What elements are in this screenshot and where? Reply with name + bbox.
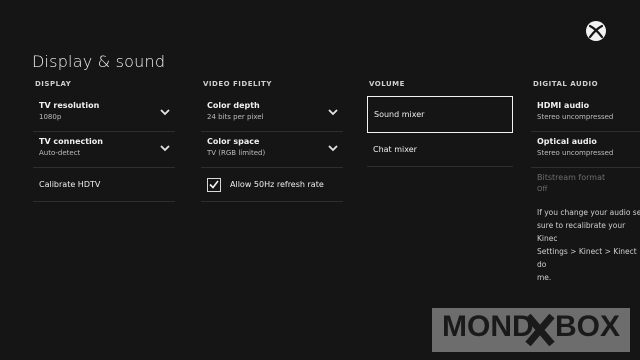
chevron-down-icon (160, 109, 170, 116)
recalibrate-note: If you change your audio set sure to rec… (537, 208, 640, 282)
xbox-logo-icon (586, 21, 606, 41)
hdmi-audio-value: Stereo uncompressed (537, 113, 614, 121)
x-mark-icon (525, 314, 555, 346)
checkmark-icon (209, 180, 219, 189)
optical-audio-setting[interactable]: Optical audio Stereo uncompressed (531, 132, 640, 168)
sound-mixer-button[interactable]: Sound mixer (367, 96, 513, 133)
bitstream-format-setting: Bitstream format Off (531, 168, 640, 204)
digital-audio-heading: DIGITAL AUDIO (533, 80, 599, 88)
chevron-down-icon (328, 109, 338, 116)
checkbox-box[interactable] (207, 177, 221, 192)
calibrate-hdtv-button[interactable]: Calibrate HDTV (33, 168, 175, 202)
video-fidelity-heading: VIDEO FIDELITY (203, 80, 272, 88)
allow-50hz-checkbox[interactable]: Allow 50Hz refresh rate (201, 168, 343, 202)
color-depth-label: Color depth (207, 101, 260, 110)
color-space-value: TV (RGB limited) (207, 149, 266, 157)
display-heading: DISPLAY (35, 80, 72, 88)
chat-mixer-label: Chat mixer (373, 145, 417, 154)
volume-column: VOLUME Sound mixer Chat mixer (367, 78, 513, 167)
volume-heading: VOLUME (369, 80, 405, 88)
watermark-text-left: MOND (442, 310, 534, 343)
digital-audio-column: DIGITAL AUDIO HDMI audio Stereo uncompre… (531, 78, 640, 284)
chevron-down-icon (160, 145, 170, 152)
sound-mixer-label: Sound mixer (374, 110, 425, 119)
optical-audio-label: Optical audio (537, 137, 597, 146)
hdmi-audio-setting[interactable]: HDMI audio Stereo uncompressed (531, 96, 640, 132)
color-space-setting[interactable]: Color space TV (RGB limited) (201, 132, 343, 168)
tv-resolution-value: 1080p (39, 113, 62, 121)
tv-connection-setting[interactable]: TV connection Auto-detect (33, 132, 175, 168)
tv-resolution-setting[interactable]: TV resolution 1080p (33, 96, 175, 132)
display-column: DISPLAY TV resolution 1080p TV connectio… (33, 78, 175, 202)
color-space-label: Color space (207, 137, 260, 146)
color-depth-setting[interactable]: Color depth 24 bits per pixel (201, 96, 343, 132)
allow-50hz-label: Allow 50Hz refresh rate (230, 180, 324, 189)
bitstream-format-label: Bitstream format (537, 173, 606, 182)
chevron-down-icon (328, 145, 338, 152)
tv-resolution-label: TV resolution (39, 101, 100, 110)
page-title: Display & sound (32, 52, 166, 71)
bitstream-format-value: Off (537, 185, 548, 193)
video-fidelity-column: VIDEO FIDELITY Color depth 24 bits per p… (201, 78, 343, 202)
color-depth-value: 24 bits per pixel (207, 113, 264, 121)
hdmi-audio-label: HDMI audio (537, 101, 590, 110)
watermark-text-right: BOX (555, 310, 621, 343)
watermark-logo: MOND BOX (432, 308, 630, 352)
chat-mixer-button[interactable]: Chat mixer (367, 133, 513, 167)
calibrate-hdtv-label: Calibrate HDTV (39, 180, 101, 189)
tv-connection-label: TV connection (39, 137, 103, 146)
optical-audio-value: Stereo uncompressed (537, 149, 614, 157)
tv-connection-value: Auto-detect (39, 149, 81, 157)
